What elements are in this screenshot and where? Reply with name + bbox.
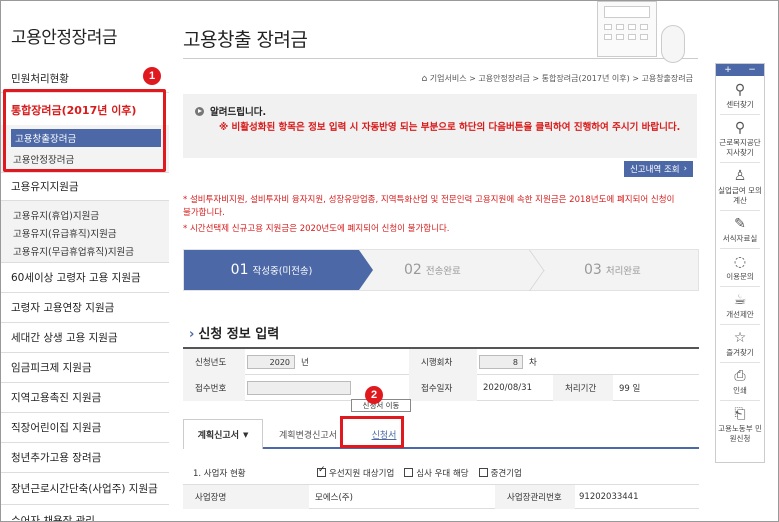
highlight-box-integrated (3, 89, 166, 172)
page-frame: 고용안정장려금 민원처리현황 통합장려금(2017년 이후) 고용창출장려금 고… (0, 0, 779, 522)
sidebar-subitem-retention-paid[interactable]: 고용유지(유급휴직)지원금 (13, 226, 117, 240)
form-row: 신청년도 2020 년 시행회차 8 차 (183, 349, 699, 375)
quick-menu: + − ⚲ 센터찾기 ⚲ 근로복지공단 지사찾기 ♙ 실업급여 모의계산 ✎ 서식자료실… (715, 63, 765, 463)
tab-plan-change-report[interactable]: 계획변경신고서 (267, 419, 349, 449)
sidebar-subitem-retention-leave[interactable]: 고용유지(휴업)지원금 (13, 208, 99, 222)
print-icon: ⎙ (734, 368, 746, 384)
priority-support-checkbox[interactable] (317, 465, 326, 477)
sidebar: 고용안정장려금 민원처리현황 통합장려금(2017년 이후) 고용창출장려금 고… (1, 1, 169, 522)
sidebar-item-regional[interactable]: 지역고용촉진 지원금 (1, 383, 169, 413)
year-field[interactable]: 2020 (247, 355, 295, 369)
receipt-date: 2020/08/31 (483, 383, 532, 393)
sidebar-item-last[interactable]: 수어자 채용장 관리 (1, 505, 169, 522)
step-2: 02 전송완료 (404, 262, 461, 278)
map-pin-icon: ⚲ (734, 82, 746, 98)
step-3: 03 처리완료 (584, 262, 641, 278)
home-icon[interactable]: ⌂ (422, 74, 428, 84)
step-badge-1: 1 (143, 67, 161, 85)
warning-abolished-1: * 설비투자비지원, 설비투자비 융자지원, 성장유망업종, 지역특화산업 및 … (183, 195, 675, 218)
notice-box: 알려드립니다. ※ 비활성화된 항목은 정보 입력 시 자동반영 되는 부분으로… (183, 94, 697, 158)
form-row: 1. 사업자 현황 우선지원 대상기업 심사 우대 해당 중견기업 (183, 461, 699, 485)
warning-abolished-2: * 시간선택제 신규고용 지원금은 2020년도에 폐지되어 신청이 불가합니다… (183, 224, 450, 234)
form-row: 접수번호 접수일자 2020/08/31 처리기간 99 일 (183, 375, 699, 401)
application-info-table: 신청년도 2020 년 시행회차 8 차 접수번호 접수일자 2020/08/3… (183, 347, 699, 401)
sidebar-item-generation[interactable]: 세대간 상생 고용 지원금 (1, 323, 169, 353)
edit-icon: ✎ (734, 216, 746, 232)
round-field[interactable]: 8 (479, 355, 523, 369)
form-tabs: 계획신고서 ▼ 계획변경신고서 신청서 (183, 415, 699, 449)
person-icon: ♙ (733, 168, 747, 184)
business-management-number: 91202033441 (579, 492, 639, 502)
quick-center-search[interactable]: ⚲ 센터찾기 (716, 82, 764, 110)
quick-print[interactable]: ⎙ 인쇄 (716, 368, 764, 396)
quick-favorites[interactable]: ☆ 즐겨찾기 (716, 330, 764, 358)
star-icon: ☆ (733, 330, 747, 346)
processing-period: 99 일 (619, 384, 641, 394)
quick-inquiry[interactable]: ◌ 이용문의 (716, 254, 764, 282)
step-badge-2: 2 (365, 386, 383, 404)
highlight-box-application-tab (340, 416, 404, 448)
sidebar-item-retention[interactable]: 고용유지지원금 (1, 173, 169, 201)
zoom-in-button[interactable]: + (724, 65, 732, 75)
main-content: 고용창출 장려금 ⌂ 기업서비스 > 고용안정장려금 > 통합장려금(2017년… (169, 1, 701, 521)
tab-tooltip: 신청서 이동 (351, 399, 411, 412)
mouse-illustration (661, 25, 685, 63)
sidebar-title: 고용안정장려금 (11, 28, 117, 48)
coffee-icon: ☕ (733, 292, 747, 308)
quick-menu-header: + − (716, 64, 764, 76)
mid-size-company-checkbox[interactable] (478, 467, 488, 477)
quick-branch-search[interactable]: ⚲ 근로복지공단 지사찾기 (716, 120, 764, 158)
quick-moel-petition[interactable]: ⎗ 고용노동부 민원신청 (716, 406, 764, 444)
sidebar-item-wage-peak[interactable]: 임금피크제 지원금 (1, 353, 169, 383)
document-icon: ⎗ (734, 406, 746, 422)
quick-unemployment-calc[interactable]: ♙ 실업급여 모의계산 (716, 168, 764, 206)
zoom-out-button[interactable]: − (748, 65, 756, 75)
map-pin-icon: ⚲ (734, 120, 746, 136)
sidebar-subitem-retention-unpaid[interactable]: 고용유지(무급휴업휴직)지원금 (13, 244, 134, 258)
section-title: › 신청 정보 입력 (189, 327, 280, 342)
step-separator (529, 270, 545, 291)
quick-suggestion[interactable]: ☕ 개선제안 (716, 292, 764, 320)
sidebar-item-youth[interactable]: 청년추가고용 장려금 (1, 443, 169, 473)
form-row: 사업장명 모에스(주) 사업장관리번호 91202033441 (183, 485, 699, 509)
report-history-button[interactable]: 신고내역 조회 › (623, 161, 693, 177)
title-divider (183, 58, 698, 59)
notice-body: ※ 비활성화된 항목은 정보 입력 시 자동반영 되는 부분으로 하단의 다음버… (219, 122, 681, 133)
tab-plan-report[interactable]: 계획신고서 ▼ (183, 419, 263, 449)
chevron-right-icon: › (683, 164, 687, 174)
info-play-icon (195, 106, 204, 116)
step-separator (529, 250, 545, 271)
breadcrumb: ⌂ 기업서비스 > 고용안정장려금 > 통합장려금(2017년 이후) > 고용… (421, 74, 694, 84)
business-name: 모에스(주) (315, 493, 353, 503)
sidebar-item-hours-reduction[interactable]: 장년근로시간단축(사업주) 지원금 (1, 473, 169, 505)
chat-icon: ◌ (733, 254, 747, 270)
quick-forms[interactable]: ✎ 서식자료실 (716, 216, 764, 244)
chevron-down-icon: ▼ (243, 430, 249, 439)
step-1-arrow (359, 250, 373, 290)
step-1: 01 작성중(미전송) (184, 250, 359, 290)
notice-title: 알려드립니다. (210, 107, 267, 118)
chevron-right-icon: › (189, 327, 195, 342)
progress-steps: 01 작성중(미전송) 02 전송완료 03 처리완료 (183, 249, 699, 291)
review-preference-checkbox[interactable] (404, 467, 414, 477)
sidebar-item-daycare[interactable]: 직장어린이집 지원금 (1, 413, 169, 443)
page-title: 고용창출 장려금 (183, 29, 308, 51)
calculator-illustration (597, 1, 657, 57)
sidebar-item-senior-60[interactable]: 60세이상 고령자 고용 지원금 (1, 263, 169, 293)
sidebar-item-senior-extension[interactable]: 고령자 고용연장 지원금 (1, 293, 169, 323)
sidebar-retention-submenu: 고용유지(휴업)지원금 고용유지(유급휴직)지원금 고용유지(무급휴업휴직)지원… (1, 201, 169, 263)
receipt-number-field[interactable] (247, 381, 351, 395)
